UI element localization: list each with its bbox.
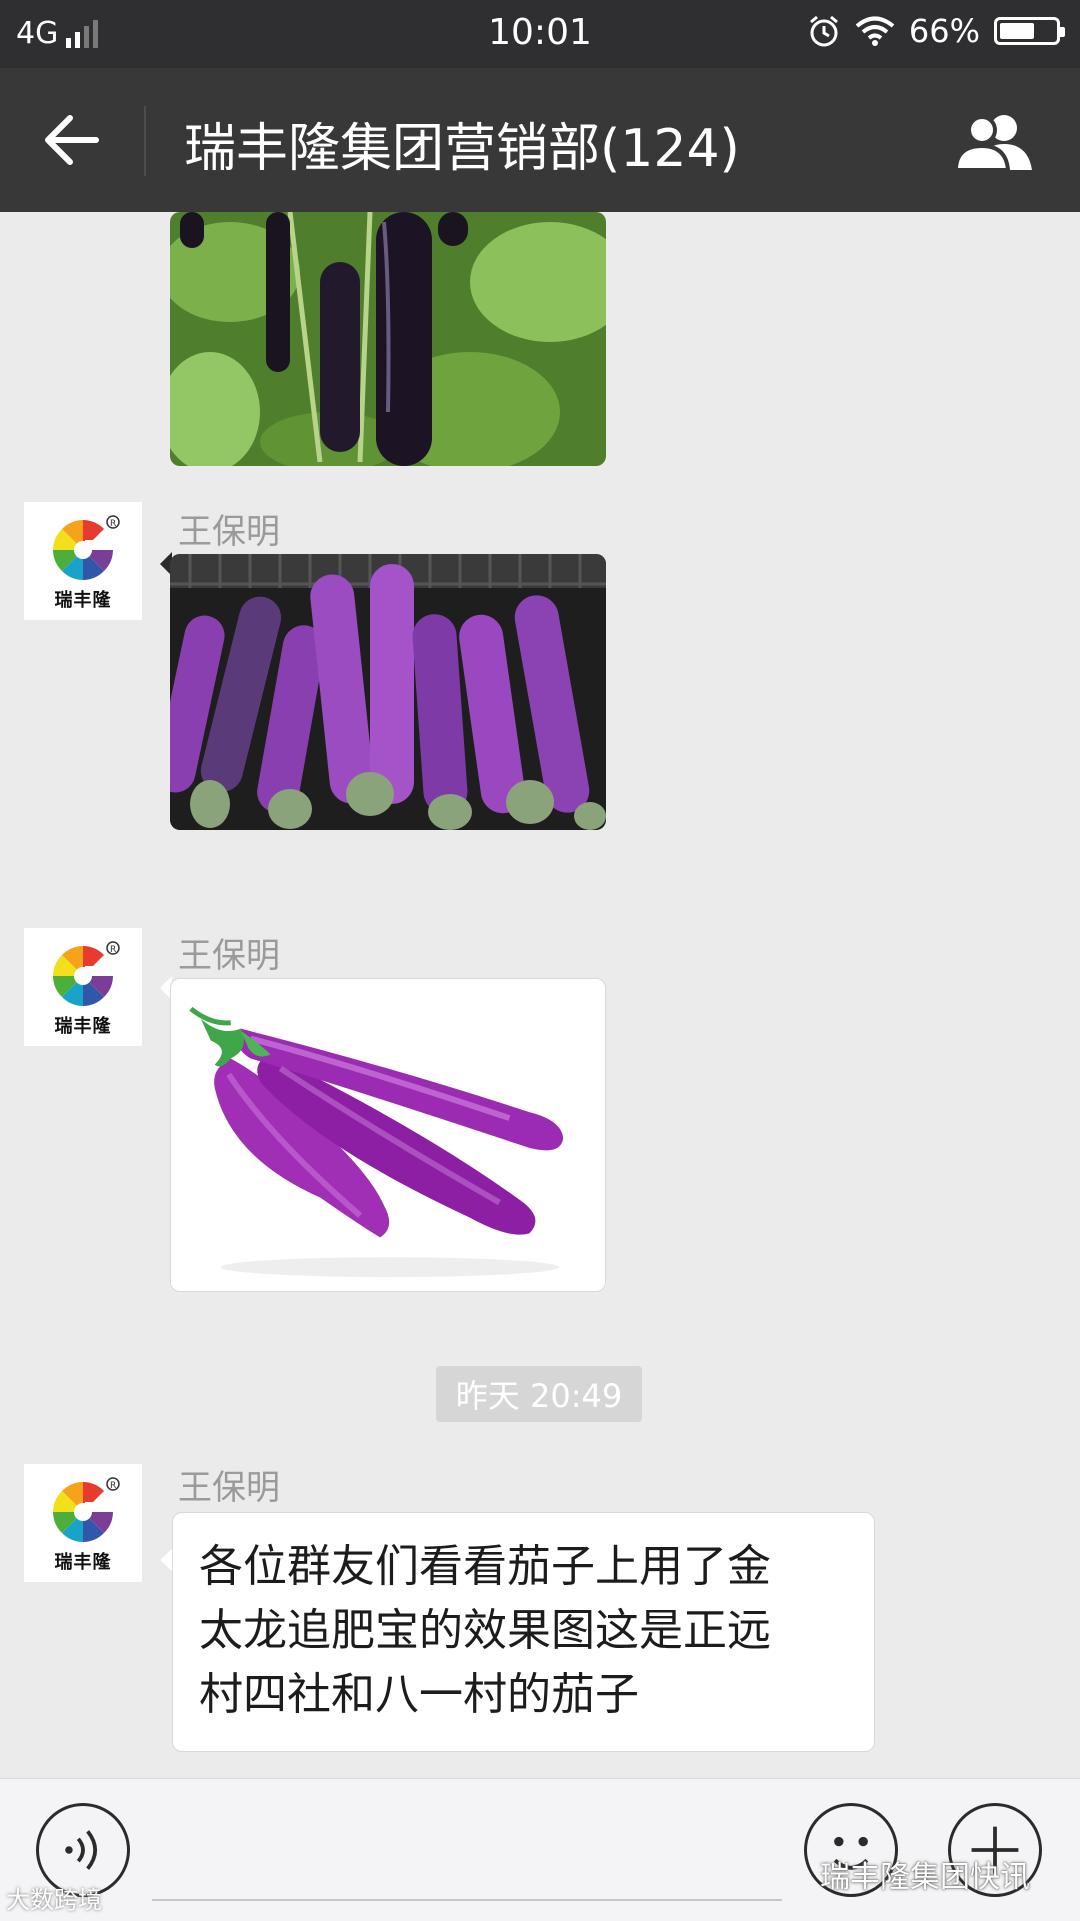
svg-text:R: R xyxy=(110,945,116,955)
header-divider xyxy=(144,106,146,176)
avatar[interactable]: R 瑞丰隆 xyxy=(24,1464,142,1582)
ruifenglong-logo-icon: R xyxy=(53,941,120,1006)
image-message[interactable] xyxy=(170,212,606,466)
image-message[interactable] xyxy=(170,978,606,1292)
battery-icon xyxy=(994,17,1065,45)
arrow-left-icon[interactable] xyxy=(40,112,100,168)
message-line: 村四社和八一村的茄子 xyxy=(199,1669,639,1720)
battery-percent: 66% xyxy=(908,12,980,50)
status-bar: 4G 10:01 66% xyxy=(0,0,1080,68)
message-list[interactable]: R 瑞丰隆 王保明 R 瑞丰隆 王保明 昨天 20:49 R 瑞丰隆 王保明 各… xyxy=(0,212,1080,1778)
sender-name: 王保明 xyxy=(178,1468,280,1508)
svg-text:R: R xyxy=(110,1481,116,1491)
text-message[interactable]: 各位群友们看看茄子上用了金 太龙追肥宝的效果图这是正远 村四社和八一村的茄子 xyxy=(172,1512,875,1752)
input-bar xyxy=(0,1778,1080,1921)
avatar-label: 瑞丰隆 xyxy=(54,1016,112,1037)
chat-header: 瑞丰隆集团营销部(124) xyxy=(0,68,1080,212)
avatar[interactable]: R 瑞丰隆 xyxy=(24,928,142,1046)
battery-level xyxy=(1000,23,1034,39)
ruifenglong-logo-icon: R xyxy=(53,1477,120,1542)
watermark-right: 瑞丰隆集团快讯 xyxy=(820,1860,1030,1895)
svg-text:R: R xyxy=(110,519,116,529)
ruifenglong-logo-icon: R xyxy=(53,515,120,580)
sender-name: 王保明 xyxy=(178,512,280,552)
sender-name: 王保明 xyxy=(178,936,280,976)
chat-title: 瑞丰隆集团营销部(124) xyxy=(184,119,740,179)
avatar-label: 瑞丰隆 xyxy=(54,590,112,611)
alarm-icon xyxy=(809,15,838,47)
avatar-label: 瑞丰隆 xyxy=(54,1552,112,1573)
status-right-group: 66% xyxy=(807,12,1065,50)
message-line: 各位群友们看看茄子上用了金 xyxy=(199,1541,771,1592)
avatar[interactable]: R 瑞丰隆 xyxy=(24,502,142,620)
watermark-left: 大数跨境 xyxy=(6,1886,102,1914)
message-line: 太龙追肥宝的效果图这是正远 xyxy=(199,1605,771,1656)
wifi-icon xyxy=(855,16,895,46)
message-input[interactable] xyxy=(152,1899,782,1901)
image-message[interactable] xyxy=(170,554,606,830)
group-members-icon[interactable] xyxy=(952,112,1036,172)
timestamp-chip: 昨天 20:49 xyxy=(436,1366,642,1422)
